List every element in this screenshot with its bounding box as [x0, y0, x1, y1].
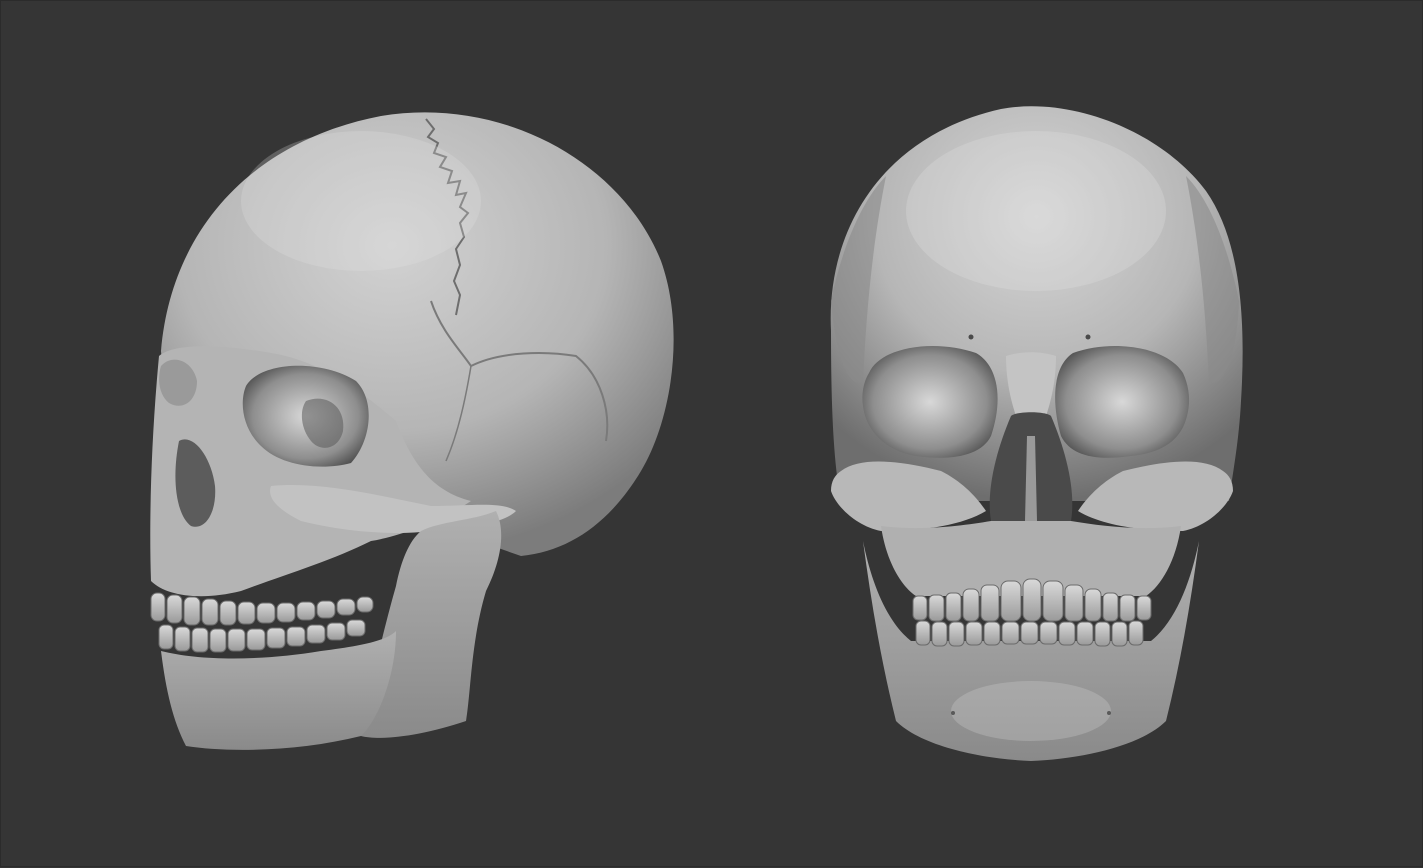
- mental-foramen-right: [1107, 711, 1111, 715]
- nasal-septum: [1025, 436, 1037, 521]
- skull-render-scene: [150, 106, 1243, 761]
- skull-three-quarter-view: [150, 112, 674, 750]
- upper-teeth: [150, 592, 374, 626]
- supraorbital-foramen-right: [1085, 334, 1091, 340]
- supraorbital-foramen-left: [968, 334, 974, 340]
- forehead-highlight: [906, 131, 1166, 291]
- cranium-highlight: [241, 131, 481, 271]
- skull-front-view: [830, 106, 1243, 761]
- lower-teeth-front: [915, 620, 1144, 647]
- mental-foramen-left: [951, 711, 955, 715]
- mandible-ramus: [361, 511, 502, 738]
- chin-highlight: [951, 681, 1111, 741]
- left-eye-orbit: [862, 345, 998, 458]
- right-eye-orbit: [1055, 345, 1190, 458]
- render-viewport: [0, 0, 1423, 867]
- nasal-bridge: [1006, 352, 1056, 416]
